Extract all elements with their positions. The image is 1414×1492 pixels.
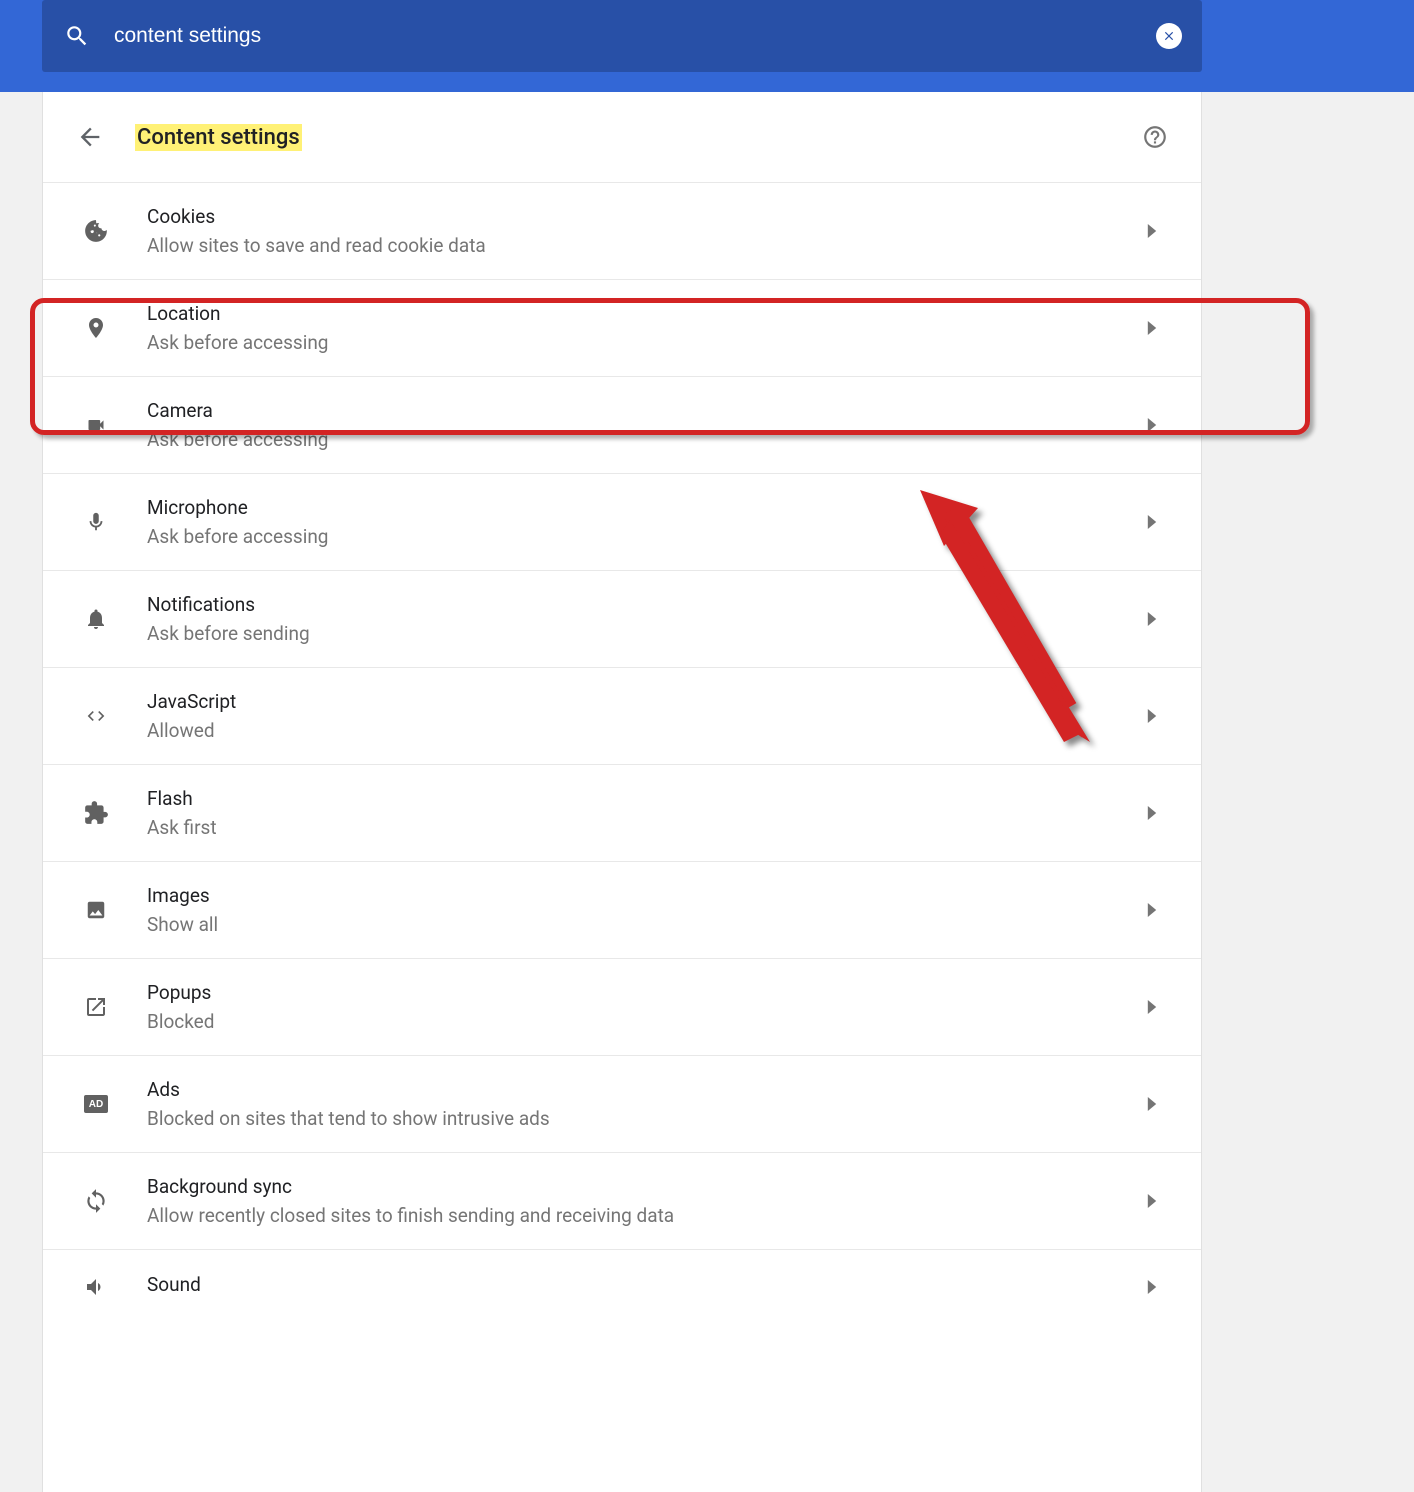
setting-desc: Allow sites to save and read cookie data — [147, 234, 1143, 257]
cookie-icon — [81, 216, 111, 246]
setting-text: Sound — [147, 1273, 1143, 1302]
setting-row-popups[interactable]: Popups Blocked — [43, 958, 1201, 1055]
search-bar[interactable] — [42, 0, 1202, 72]
back-button[interactable] — [75, 122, 105, 152]
setting-text: Cookies Allow sites to save and read coo… — [147, 205, 1143, 257]
chevron-right-icon — [1143, 998, 1161, 1016]
setting-row-camera[interactable]: Camera Ask before accessing — [43, 376, 1201, 473]
chevron-right-icon — [1143, 222, 1161, 240]
setting-desc: Ask before accessing — [147, 428, 1143, 451]
settings-list: Cookies Allow sites to save and read coo… — [43, 182, 1201, 1342]
code-icon — [81, 701, 111, 731]
panel-header: Content settings — [43, 92, 1201, 182]
setting-desc: Show all — [147, 913, 1143, 936]
setting-title: Background sync — [147, 1175, 1143, 1198]
content-area: Content settings Cookies Allow sites to … — [0, 92, 1414, 1492]
chevron-right-icon — [1143, 319, 1161, 337]
chevron-right-icon — [1143, 901, 1161, 919]
setting-title: Flash — [147, 787, 1143, 810]
chevron-right-icon — [1143, 513, 1161, 531]
setting-row-microphone[interactable]: Microphone Ask before accessing — [43, 473, 1201, 570]
setting-text: Camera Ask before accessing — [147, 399, 1143, 451]
setting-desc: Allow recently closed sites to finish se… — [147, 1204, 1143, 1227]
ads-icon: AD — [81, 1089, 111, 1119]
content-settings-panel: Content settings Cookies Allow sites to … — [42, 92, 1202, 1492]
extension-icon — [81, 798, 111, 828]
chevron-right-icon — [1143, 1192, 1161, 1210]
setting-text: Flash Ask first — [147, 787, 1143, 839]
setting-title: Popups — [147, 981, 1143, 1004]
clear-search-button[interactable] — [1156, 23, 1182, 49]
setting-text: Ads Blocked on sites that tend to show i… — [147, 1078, 1143, 1130]
setting-title: Images — [147, 884, 1143, 907]
setting-desc: Ask first — [147, 816, 1143, 839]
setting-row-javascript[interactable]: JavaScript Allowed — [43, 667, 1201, 764]
chevron-right-icon — [1143, 804, 1161, 822]
image-icon — [81, 895, 111, 925]
sync-icon — [81, 1186, 111, 1216]
microphone-icon — [81, 507, 111, 537]
location-icon — [81, 313, 111, 343]
setting-title: Cookies — [147, 205, 1143, 228]
setting-row-cookies[interactable]: Cookies Allow sites to save and read coo… — [43, 182, 1201, 279]
setting-row-sound[interactable]: Sound — [43, 1249, 1201, 1342]
chevron-right-icon — [1143, 1278, 1161, 1296]
setting-text: Popups Blocked — [147, 981, 1143, 1033]
setting-row-location[interactable]: Location Ask before accessing — [43, 279, 1201, 376]
popup-icon — [81, 992, 111, 1022]
search-icon — [62, 21, 92, 51]
chevron-right-icon — [1143, 416, 1161, 434]
camera-icon — [81, 410, 111, 440]
setting-row-images[interactable]: Images Show all — [43, 861, 1201, 958]
setting-text: Images Show all — [147, 884, 1143, 936]
svg-text:AD: AD — [89, 1099, 103, 1110]
setting-title: JavaScript — [147, 690, 1143, 713]
setting-title: Sound — [147, 1273, 1143, 1296]
page-title: Content settings — [135, 124, 302, 151]
search-header — [0, 0, 1414, 92]
setting-row-background-sync[interactable]: Background sync Allow recently closed si… — [43, 1152, 1201, 1249]
setting-desc: Blocked — [147, 1010, 1143, 1033]
setting-title: Location — [147, 302, 1143, 325]
chevron-right-icon — [1143, 1095, 1161, 1113]
sound-icon — [81, 1272, 111, 1302]
setting-desc: Ask before accessing — [147, 331, 1143, 354]
setting-title: Notifications — [147, 593, 1143, 616]
setting-title: Ads — [147, 1078, 1143, 1101]
setting-text: Location Ask before accessing — [147, 302, 1143, 354]
setting-desc: Blocked on sites that tend to show intru… — [147, 1107, 1143, 1130]
setting-text: JavaScript Allowed — [147, 690, 1143, 742]
setting-text: Notifications Ask before sending — [147, 593, 1143, 645]
bell-icon — [81, 604, 111, 634]
setting-desc: Allowed — [147, 719, 1143, 742]
setting-title: Camera — [147, 399, 1143, 422]
setting-title: Microphone — [147, 496, 1143, 519]
setting-row-notifications[interactable]: Notifications Ask before sending — [43, 570, 1201, 667]
setting-desc: Ask before accessing — [147, 525, 1143, 548]
chevron-right-icon — [1143, 610, 1161, 628]
search-input[interactable] — [114, 24, 1156, 48]
setting-text: Background sync Allow recently closed si… — [147, 1175, 1143, 1227]
help-button[interactable] — [1141, 123, 1169, 151]
setting-row-flash[interactable]: Flash Ask first — [43, 764, 1201, 861]
chevron-right-icon — [1143, 707, 1161, 725]
setting-row-ads[interactable]: AD Ads Blocked on sites that tend to sho… — [43, 1055, 1201, 1152]
setting-text: Microphone Ask before accessing — [147, 496, 1143, 548]
setting-desc: Ask before sending — [147, 622, 1143, 645]
